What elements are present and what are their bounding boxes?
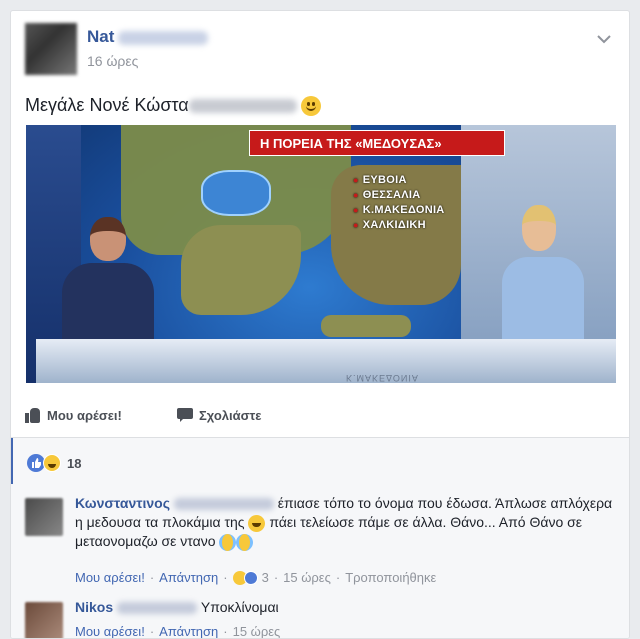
post-text: Μεγάλε Νονέ Κώστα bbox=[25, 95, 321, 117]
post-header: Nat 16 ώρες bbox=[25, 23, 617, 83]
post-actions: Μου αρέσει! Σχολιάστε bbox=[25, 403, 615, 427]
tears-of-joy-emoji-icon bbox=[236, 533, 254, 551]
reaction-count: 18 bbox=[67, 455, 82, 471]
like-button[interactable]: Μου αρέσει! bbox=[25, 403, 122, 427]
comment-body: Nikos Υποκλίνομαι bbox=[75, 598, 615, 617]
comment-reply-link[interactable]: Απάντηση bbox=[159, 570, 218, 585]
author-name[interactable]: Nat bbox=[87, 27, 209, 47]
blurred-name bbox=[173, 498, 274, 511]
comment-item: Nikos Υποκλίνομαι Μου αρέσει! · Απάντηση… bbox=[25, 598, 615, 639]
blurred-text bbox=[188, 99, 297, 114]
separator-dot: · bbox=[335, 570, 341, 585]
like-label: Μου αρέσει! bbox=[47, 407, 122, 423]
comment-reaction-count: 3 bbox=[261, 570, 269, 585]
post-photo[interactable]: Η ΠΟΡΕΙΑ ΤΗΣ «ΜΕΔΟΥΣΑΣ» ΕΥΒΟΙΑ ΘΕΣΣΑΛΙΑ … bbox=[26, 125, 616, 383]
comment-meta: Μου αρέσει! · Απάντηση · 3 · 15 ώρες · Τ… bbox=[75, 570, 436, 585]
region-label: ΘΕΣΣΑΛΙΑ bbox=[353, 188, 445, 203]
separator-dot: · bbox=[273, 570, 279, 585]
commenter-name[interactable]: Κωνσταντινος bbox=[75, 495, 170, 511]
thumbs-up-icon bbox=[25, 407, 41, 423]
region-label: Κ.ΜΑΚΕΔΟΝΙΑ bbox=[353, 203, 445, 218]
comment-time[interactable]: 15 ώρες bbox=[283, 570, 331, 585]
separator-dot: · bbox=[223, 570, 228, 585]
comment-reply-link[interactable]: Απάντηση bbox=[159, 624, 218, 638]
comment-reactions[interactable] bbox=[232, 570, 258, 585]
smiley-emoji-icon bbox=[300, 96, 321, 117]
comment-meta: Μου αρέσει! · Απάντηση · 15 ώρες bbox=[75, 624, 281, 639]
separator-dot: · bbox=[149, 570, 155, 585]
comment-body: Κωνσταντινος έπιασε τόπο το όνομα που έδ… bbox=[75, 494, 615, 551]
comment-like-link[interactable]: Μου αρέσει! bbox=[75, 624, 145, 638]
laughing-emoji-icon bbox=[248, 514, 266, 532]
post-card: Nat 16 ώρες Μεγάλε Νονέ Κώστα Η ΠΟΡΕΙΑ Τ… bbox=[10, 10, 630, 639]
studio-desk bbox=[36, 339, 616, 383]
separator-dot: · bbox=[223, 624, 228, 639]
comment-label: Σχολιάστε bbox=[199, 407, 262, 423]
chevron-down-icon[interactable] bbox=[597, 31, 615, 45]
highlighted-zone bbox=[201, 170, 271, 216]
blurred-name bbox=[117, 602, 198, 615]
reaction-summary[interactable]: 18 bbox=[27, 454, 81, 472]
post-text-content: Μεγάλε Νονέ Κώστα bbox=[25, 95, 189, 115]
author-avatar[interactable] bbox=[25, 23, 77, 75]
comments-section: Κωνσταντινος έπιασε τόπο το όνομα που έδ… bbox=[11, 484, 629, 639]
region-label: ΕΥΒΟΙΑ bbox=[353, 173, 445, 188]
comment-text: Υποκλίνομαι bbox=[200, 599, 279, 615]
comment-edited[interactable]: Τροποποιήθηκε bbox=[345, 570, 436, 585]
author-name-text[interactable]: Nat bbox=[87, 27, 114, 46]
desk-reflection-text: Κ.ΜΑΚΕΔΟΝΙΑ bbox=[346, 373, 419, 383]
blurred-name bbox=[118, 30, 209, 45]
haha-reaction-icon bbox=[43, 454, 61, 472]
reactions-bar: 18 bbox=[11, 438, 629, 484]
comment-item: Κωνσταντινος έπιασε τόπο το όνομα που έδ… bbox=[25, 494, 615, 590]
comment-button[interactable]: Σχολιάστε bbox=[177, 403, 261, 427]
map-banner: Η ΠΟΡΕΙΑ ΤΗΣ «ΜΕΔΟΥΣΑΣ» bbox=[249, 130, 505, 156]
post-timestamp[interactable]: 16 ώρες bbox=[87, 53, 138, 69]
comment-like-link[interactable]: Μου αρέσει! bbox=[75, 570, 145, 585]
commenter-avatar[interactable] bbox=[25, 498, 63, 536]
commenter-name[interactable]: Nikos bbox=[75, 599, 113, 615]
region-list: ΕΥΒΟΙΑ ΘΕΣΣΑΛΙΑ Κ.ΜΑΚΕΔΟΝΙΑ ΧΑΛΚΙΔΙΚΗ bbox=[353, 173, 445, 233]
tears-of-joy-emoji-icon bbox=[219, 533, 237, 551]
commenter-avatar[interactable] bbox=[25, 602, 63, 638]
like-reaction-icon bbox=[243, 570, 258, 585]
separator-dot: · bbox=[149, 624, 155, 639]
comment-icon bbox=[177, 407, 193, 423]
region-label: ΧΑΛΚΙΔΙΚΗ bbox=[353, 218, 445, 233]
comment-time[interactable]: 15 ώρες bbox=[233, 624, 281, 638]
